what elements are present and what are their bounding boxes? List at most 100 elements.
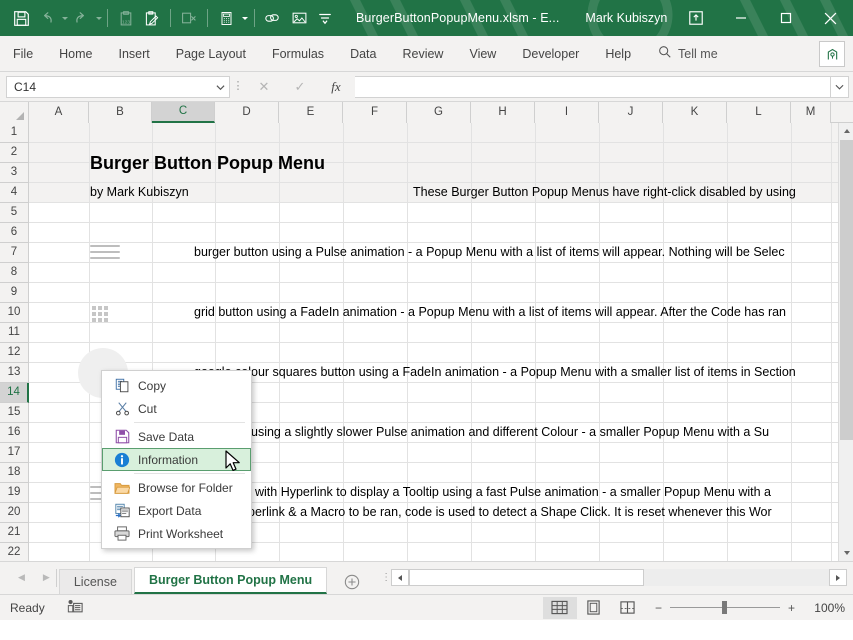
link-icon[interactable]	[260, 5, 286, 31]
clear-icon[interactable]	[176, 5, 202, 31]
confirm-entry-button[interactable]: ✓	[282, 76, 318, 98]
horizontal-scroll-thumb[interactable]	[409, 569, 644, 586]
calculate-dropdown-icon[interactable]	[239, 5, 249, 31]
next-sheet-button[interactable]: ▶	[43, 572, 50, 583]
tab-file[interactable]: File	[0, 36, 46, 72]
row-header-19[interactable]: 19	[0, 483, 29, 503]
tell-me-search[interactable]: Tell me	[658, 45, 718, 62]
row-header-14[interactable]: 14	[0, 383, 29, 403]
menu-item-copy[interactable]: Copy	[102, 374, 251, 397]
formula-bar-grip[interactable]: ⋮	[230, 83, 246, 90]
menu-item-save-data[interactable]: Save Data	[102, 425, 251, 448]
row-header-11[interactable]: 11	[0, 323, 29, 343]
menu-item-print-worksheet[interactable]: Print Worksheet	[102, 522, 251, 545]
column-header-g[interactable]: G	[407, 102, 471, 123]
picture-icon[interactable]	[286, 5, 312, 31]
zoom-in-button[interactable]: +	[788, 601, 795, 615]
page-layout-view-button[interactable]	[577, 597, 611, 619]
tab-view[interactable]: View	[456, 36, 509, 72]
row-header-18[interactable]: 18	[0, 463, 29, 483]
close-button[interactable]	[808, 0, 853, 36]
scroll-left-button[interactable]	[391, 569, 409, 586]
tab-formulas[interactable]: Formulas	[259, 36, 337, 72]
row-header-22[interactable]: 22	[0, 543, 29, 561]
calculate-icon[interactable]	[213, 5, 239, 31]
expand-formula-bar-icon[interactable]	[831, 76, 849, 98]
column-header-k[interactable]: K	[663, 102, 727, 123]
restore-button[interactable]	[763, 0, 808, 36]
horizontal-scrollbar[interactable]	[391, 561, 853, 594]
sheet-tab-license[interactable]: License	[59, 569, 132, 594]
grid-button-shape[interactable]	[92, 298, 122, 328]
formula-input[interactable]	[355, 76, 831, 98]
column-header-l[interactable]: L	[727, 102, 791, 123]
zoom-slider-thumb[interactable]	[722, 601, 727, 614]
customize-qat-icon[interactable]	[312, 5, 338, 31]
column-header-b[interactable]: B	[89, 102, 152, 123]
redo-icon[interactable]	[68, 5, 94, 31]
row-header-4[interactable]: 4	[0, 183, 29, 203]
undo-icon[interactable]	[34, 5, 60, 31]
tab-home[interactable]: Home	[46, 36, 105, 72]
burger-button-shape[interactable]	[90, 237, 120, 267]
row-header-5[interactable]: 5	[0, 203, 29, 223]
sheet-tab-burger-button-popup-menu[interactable]: Burger Button Popup Menu	[134, 567, 327, 594]
row-header-13[interactable]: 13	[0, 363, 29, 383]
paste-special-icon[interactable]	[139, 5, 165, 31]
column-header-h[interactable]: H	[471, 102, 535, 123]
column-header-f[interactable]: F	[343, 102, 407, 123]
row-header-12[interactable]: 12	[0, 343, 29, 363]
normal-view-button[interactable]	[543, 597, 577, 619]
column-header-c[interactable]: C	[152, 102, 215, 123]
zoom-out-button[interactable]: −	[655, 601, 662, 615]
vertical-scroll-thumb[interactable]	[840, 140, 853, 440]
row-header-16[interactable]: 16	[0, 423, 29, 443]
row-header-2[interactable]: 2	[0, 143, 29, 163]
row-header-8[interactable]: 8	[0, 263, 29, 283]
menu-item-export-data[interactable]: Export Data	[102, 499, 251, 522]
add-sheet-button[interactable]	[337, 569, 367, 594]
zoom-slider-track[interactable]	[670, 607, 780, 608]
menu-item-browse-for-folder[interactable]: Browse for Folder	[102, 476, 251, 499]
name-box[interactable]: C14	[6, 76, 230, 98]
scroll-up-button[interactable]	[839, 123, 853, 139]
row-header-15[interactable]: 15	[0, 403, 29, 423]
share-button[interactable]	[819, 41, 845, 67]
ribbon-display-options-icon[interactable]	[674, 0, 718, 36]
row-header-3[interactable]: 3	[0, 163, 29, 183]
menu-item-cut[interactable]: Cut	[102, 397, 251, 420]
scroll-right-button[interactable]	[829, 569, 847, 586]
minimize-button[interactable]	[718, 0, 763, 36]
paste-values-icon[interactable]: 123	[113, 5, 139, 31]
vertical-scrollbar[interactable]	[838, 123, 853, 561]
tab-review[interactable]: Review	[389, 36, 456, 72]
row-header-17[interactable]: 17	[0, 443, 29, 463]
horizontal-scroll-track[interactable]	[409, 569, 829, 586]
scroll-down-button[interactable]	[839, 545, 853, 561]
zoom-level-label[interactable]: 100%	[803, 601, 845, 615]
insert-function-button[interactable]: fx	[318, 76, 354, 98]
tab-insert[interactable]: Insert	[106, 36, 163, 72]
redo-dropdown-icon[interactable]	[94, 5, 102, 31]
column-header-d[interactable]: D	[215, 102, 279, 123]
account-name[interactable]: Mark Kubiszyn	[585, 11, 667, 25]
page-break-view-button[interactable]	[611, 597, 645, 619]
sheet-scroll-grip[interactable]: ⋮	[381, 575, 391, 581]
row-header-10[interactable]: 10	[0, 303, 29, 323]
tab-developer[interactable]: Developer	[509, 36, 592, 72]
row-header-9[interactable]: 9	[0, 283, 29, 303]
tab-data[interactable]: Data	[337, 36, 389, 72]
save-icon[interactable]	[8, 5, 34, 31]
row-header-6[interactable]: 6	[0, 223, 29, 243]
cancel-entry-button[interactable]: ✕	[246, 76, 282, 98]
tab-help[interactable]: Help	[592, 36, 644, 72]
column-header-i[interactable]: I	[535, 102, 599, 123]
row-header-7[interactable]: 7	[0, 243, 29, 263]
column-header-e[interactable]: E	[279, 102, 343, 123]
previous-sheet-button[interactable]: ◀	[18, 572, 25, 583]
column-header-a[interactable]: A	[29, 102, 89, 123]
name-box-dropdown-icon[interactable]	[216, 80, 225, 94]
tab-page-layout[interactable]: Page Layout	[163, 36, 259, 72]
column-header-j[interactable]: J	[599, 102, 663, 123]
select-all-button[interactable]	[0, 102, 29, 123]
